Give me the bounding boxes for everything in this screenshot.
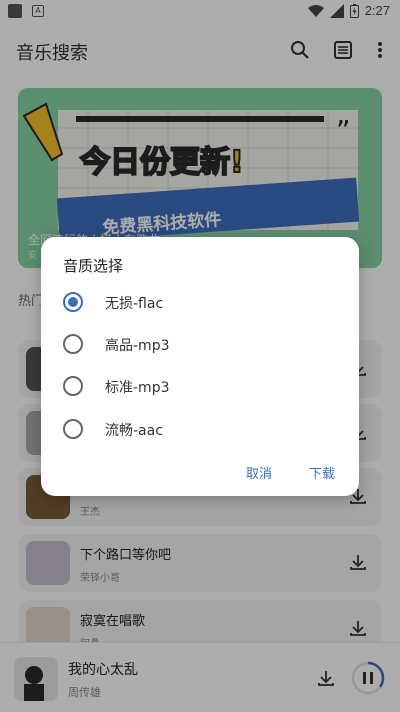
- download-button[interactable]: 下载: [309, 463, 335, 482]
- radio-button[interactable]: [63, 376, 83, 396]
- option-label: 流畅-aac: [105, 423, 163, 439]
- option-label: 标准-mp3: [105, 380, 170, 396]
- quality-option-standard-mp3[interactable]: 标准-mp3: [63, 371, 343, 401]
- quality-select-dialog: 音质选择 无损-flac 高品-mp3 标准-mp3 流畅-aac 取消 下载: [41, 237, 359, 496]
- radio-button[interactable]: [63, 292, 83, 312]
- option-label: 高品-mp3: [105, 338, 170, 354]
- dialog-title: 音质选择: [63, 257, 124, 275]
- radio-button[interactable]: [63, 419, 83, 439]
- quality-option-aac[interactable]: 流畅-aac: [63, 414, 343, 444]
- radio-button[interactable]: [63, 334, 83, 354]
- cancel-button[interactable]: 取消: [246, 463, 272, 482]
- quality-option-flac[interactable]: 无损-flac: [63, 287, 343, 317]
- quality-option-high-mp3[interactable]: 高品-mp3: [63, 329, 343, 359]
- option-label: 无损-flac: [105, 296, 164, 312]
